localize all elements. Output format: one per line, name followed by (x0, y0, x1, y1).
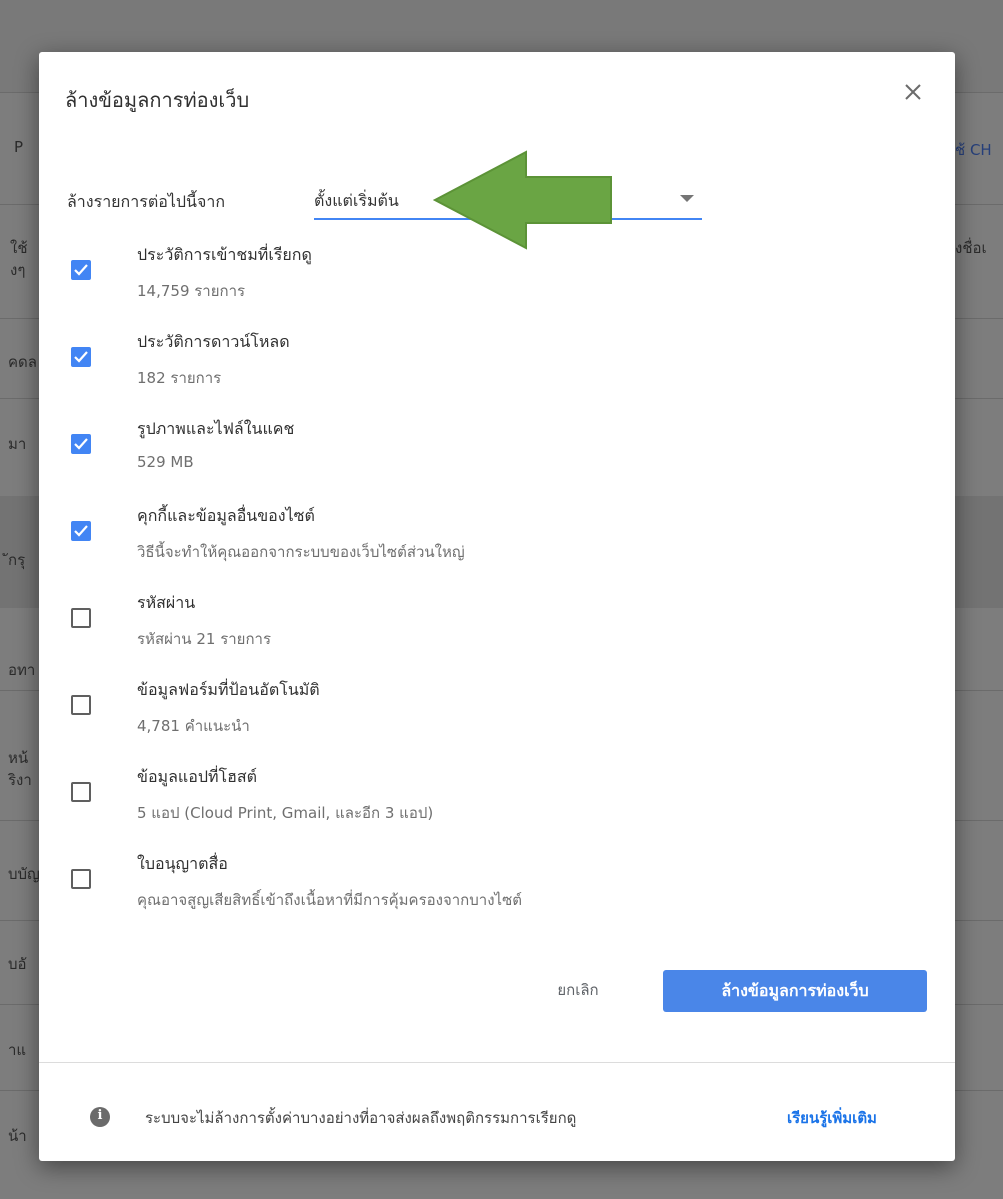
option-title: ข้อมูลฟอร์มที่ป้อนอัตโนมัติ (137, 680, 320, 699)
option-title: รูปภาพและไฟล์ในแคช (137, 419, 295, 438)
cancel-button[interactable]: ยกเลิก (503, 970, 653, 1010)
close-icon (905, 84, 921, 100)
close-button[interactable] (899, 78, 927, 106)
bg-text: ริงา (8, 771, 32, 789)
option-cached-images[interactable]: รูปภาพและไฟล์ในแคช 529 MB (39, 409, 955, 495)
clear-data-button[interactable]: ล้างข้อมูลการท่องเว็บ (663, 970, 927, 1012)
option-subtitle: วิธีนี้จะทำให้คุณออกจากระบบของเว็บไซต์ส่… (137, 543, 465, 561)
option-subtitle: 4,781 คำแนะนำ (137, 717, 250, 735)
bg-text: งชื่อเ (955, 239, 987, 257)
bg-text: าแ (8, 1041, 27, 1059)
option-subtitle: 14,759 รายการ (137, 282, 246, 300)
bg-text: ช้ CH (955, 141, 992, 159)
option-subtitle: 182 รายการ (137, 369, 222, 387)
option-media-licenses[interactable]: ใบอนุญาตสื่อ คุณอาจสูญเสียสิทธิ์เข้าถึงเ… (39, 844, 955, 930)
option-title: รหัสผ่าน (137, 593, 196, 612)
footer-divider (39, 1062, 955, 1063)
learn-more-link[interactable]: เรียนรู้เพิ่มเติม (787, 1106, 877, 1130)
option-subtitle: รหัสผ่าน 21 รายการ (137, 630, 272, 648)
option-hosted-apps[interactable]: ข้อมูลแอปที่โฮสต์ 5 แอป (Cloud Print, Gm… (39, 757, 955, 843)
checkmark-icon (74, 438, 88, 450)
bg-text: ักรุ (8, 551, 26, 569)
option-download-history[interactable]: ประวัติการดาวน์โหลด 182 รายการ (39, 322, 955, 408)
option-cookies[interactable]: คุกกี้และข้อมูลอื่นของไซต์ วิธีนี้จะทำให… (39, 496, 955, 582)
checkbox-passwords[interactable] (71, 608, 91, 628)
option-browsing-history[interactable]: ประวัติการเข้าชมที่เรียกดู 14,759 รายการ (39, 235, 955, 321)
option-subtitle: คุณอาจสูญเสียสิทธิ์เข้าถึงเนื้อหาที่มีกา… (137, 891, 522, 909)
option-title: ข้อมูลแอปที่โฮสต์ (137, 767, 258, 786)
option-passwords[interactable]: รหัสผ่าน รหัสผ่าน 21 รายการ (39, 583, 955, 669)
bg-text: อทา (8, 661, 36, 679)
checkmark-icon (74, 264, 88, 276)
bg-text: P (14, 138, 24, 156)
checkbox-download-history[interactable] (71, 347, 91, 367)
dialog-title: ล้างข้อมูลการท่องเว็บ (65, 88, 250, 112)
checkbox-autofill[interactable] (71, 695, 91, 715)
option-title: ประวัติการดาวน์โหลด (137, 332, 290, 351)
footer-notice: ระบบจะไม่ล้างการตั้งค่าบางอย่างที่อาจส่ง… (145, 1109, 577, 1127)
option-subtitle: 529 MB (137, 453, 194, 471)
bg-text: หน้ (8, 749, 29, 767)
checkmark-icon (74, 351, 88, 363)
checkbox-browsing-history[interactable] (71, 260, 91, 280)
info-icon: i (90, 1107, 110, 1127)
bg-text: งๆ (10, 261, 26, 279)
checkbox-hosted-apps[interactable] (71, 782, 91, 802)
option-autofill[interactable]: ข้อมูลฟอร์มที่ป้อนอัตโนมัติ 4,781 คำแนะน… (39, 670, 955, 756)
time-range-label: ล้างรายการต่อไปนี้จาก (67, 192, 226, 211)
option-subtitle: 5 แอป (Cloud Print, Gmail, และอีก 3 แอป) (137, 804, 434, 822)
checkbox-media-licenses[interactable] (71, 869, 91, 889)
checkbox-cached-images[interactable] (71, 434, 91, 454)
option-title: ประวัติการเข้าชมที่เรียกดู (137, 245, 312, 264)
bg-text: บอั (8, 955, 27, 973)
bg-text: คดล (8, 353, 37, 371)
dropdown-caret-icon (680, 195, 694, 202)
checkmark-icon (74, 525, 88, 537)
time-range-value: ตั้งแต่เริ่มต้น (314, 191, 399, 210)
bg-text: ใช้ (10, 239, 28, 257)
option-title: คุกกี้และข้อมูลอื่นของไซต์ (137, 506, 315, 525)
checkbox-cookies[interactable] (71, 521, 91, 541)
bg-text: น้า (8, 1127, 27, 1145)
bg-text: มา (8, 435, 27, 453)
clear-browsing-data-dialog: ล้างข้อมูลการท่องเว็บ ล้างรายการต่อไปนี้… (39, 52, 955, 1161)
option-title: ใบอนุญาตสื่อ (137, 854, 228, 873)
bg-text: บบัญ (8, 865, 40, 883)
